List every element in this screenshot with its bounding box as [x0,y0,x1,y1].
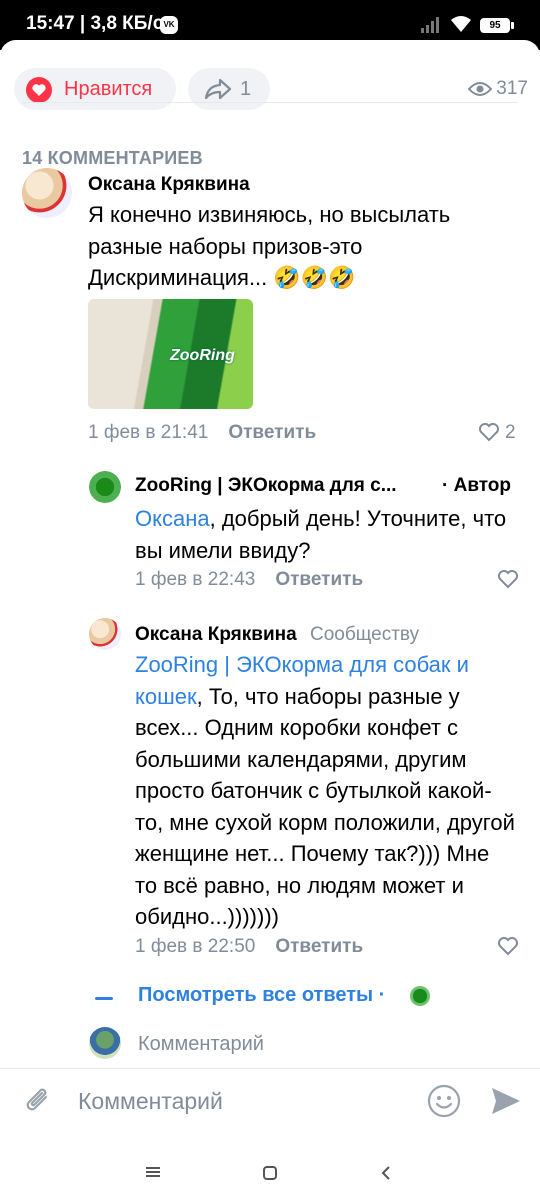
reply-text: Оксана, добрый день! Уточните, что вы им… [135,503,515,566]
views-counter: 317 [468,78,528,100]
comments-count-header: 14 КОММЕНТАРИЕВ [22,148,203,168]
reply-button[interactable]: Ответить [275,569,363,590]
vk-app-icon: VK [160,16,178,34]
battery-icon: 95 [480,18,514,33]
post-sheet: Нравится 1 317 14 КОММЕНТАРИЕВ Оксана Кр… [0,40,540,1200]
comment-like-count: 2 [505,422,516,443]
show-all-replies-link[interactable]: Посмотреть все ответы · [138,984,385,1007]
photo-brand-text: ZooRing [170,347,235,364]
comment-meta: 1 фев в 21:41 Ответить [88,422,316,444]
eye-icon [468,82,493,96]
like-heart-icon[interactable] [478,422,500,442]
home-nav-icon[interactable] [262,1165,278,1181]
comment-date: 1 фев в 21:41 [88,422,209,443]
signal-icon [421,17,439,33]
reply-target-tag: Сообществу [309,624,420,645]
divider [22,102,518,103]
share-icon [204,78,232,100]
share-count: 1 [240,78,252,100]
views-count: 317 [496,78,528,99]
system-nav-bar [0,1165,540,1200]
share-button[interactable]: 1 [188,68,270,110]
thread-dash [95,997,113,1000]
comment-input[interactable]: Комментарий [78,1088,223,1115]
my-avatar [89,1027,121,1059]
like-button[interactable]: Нравится [14,68,176,110]
avatar[interactable] [89,618,121,650]
like-heart-icon[interactable] [497,569,519,589]
paperclip-icon[interactable] [24,1085,54,1117]
status-time: 15:47 | 3,8 КБ/с [26,13,164,34]
reply-author-name: ZooRing | ЭКОкорма для с... [135,475,397,496]
comment-photo[interactable]: ZooRing [88,299,253,409]
author-tag: · Автор [442,475,512,496]
avatar[interactable] [22,168,72,218]
replier-mini-avatar [410,986,430,1006]
reply-meta: 1 фев в 22:50 Ответить [135,936,363,958]
send-icon[interactable] [490,1086,522,1116]
mention-link[interactable]: Оксана [135,506,210,531]
reply-meta: 1 фев в 22:43 Ответить [135,569,363,591]
reply-text-body: , То, что наборы разные у всех... Одним … [135,683,515,930]
reply-date: 1 фев в 22:43 [135,569,256,590]
reply-date: 1 фев в 22:50 [135,936,256,957]
inline-comment-placeholder[interactable]: Комментарий [138,1033,264,1056]
reply-button[interactable]: Ответить [275,936,363,957]
reply-author-name: Оксана Кряквина [135,624,297,645]
emoji-icon[interactable] [426,1083,462,1119]
composer-divider [0,1068,540,1069]
reply-author[interactable]: Оксана Кряквина Сообществу [135,624,419,646]
back-nav-icon[interactable] [380,1165,392,1181]
avatar[interactable] [89,471,121,503]
reply-text: ZooRing | ЭКОкорма для собак и кошек, То… [135,649,515,933]
comment-text: Я конечно извиняюсь, но высылать разные … [88,202,451,290]
heart-filled-icon [26,77,52,103]
reply-button[interactable]: Ответить [228,422,316,443]
reply-author[interactable]: ZooRing | ЭКОкорма для с... [135,475,397,497]
like-label: Нравится [64,78,153,100]
like-heart-icon[interactable] [497,936,519,956]
wifi-icon [451,16,471,32]
comment-author[interactable]: Оксана Кряквина [88,174,250,196]
menu-nav-icon[interactable] [145,1165,161,1179]
